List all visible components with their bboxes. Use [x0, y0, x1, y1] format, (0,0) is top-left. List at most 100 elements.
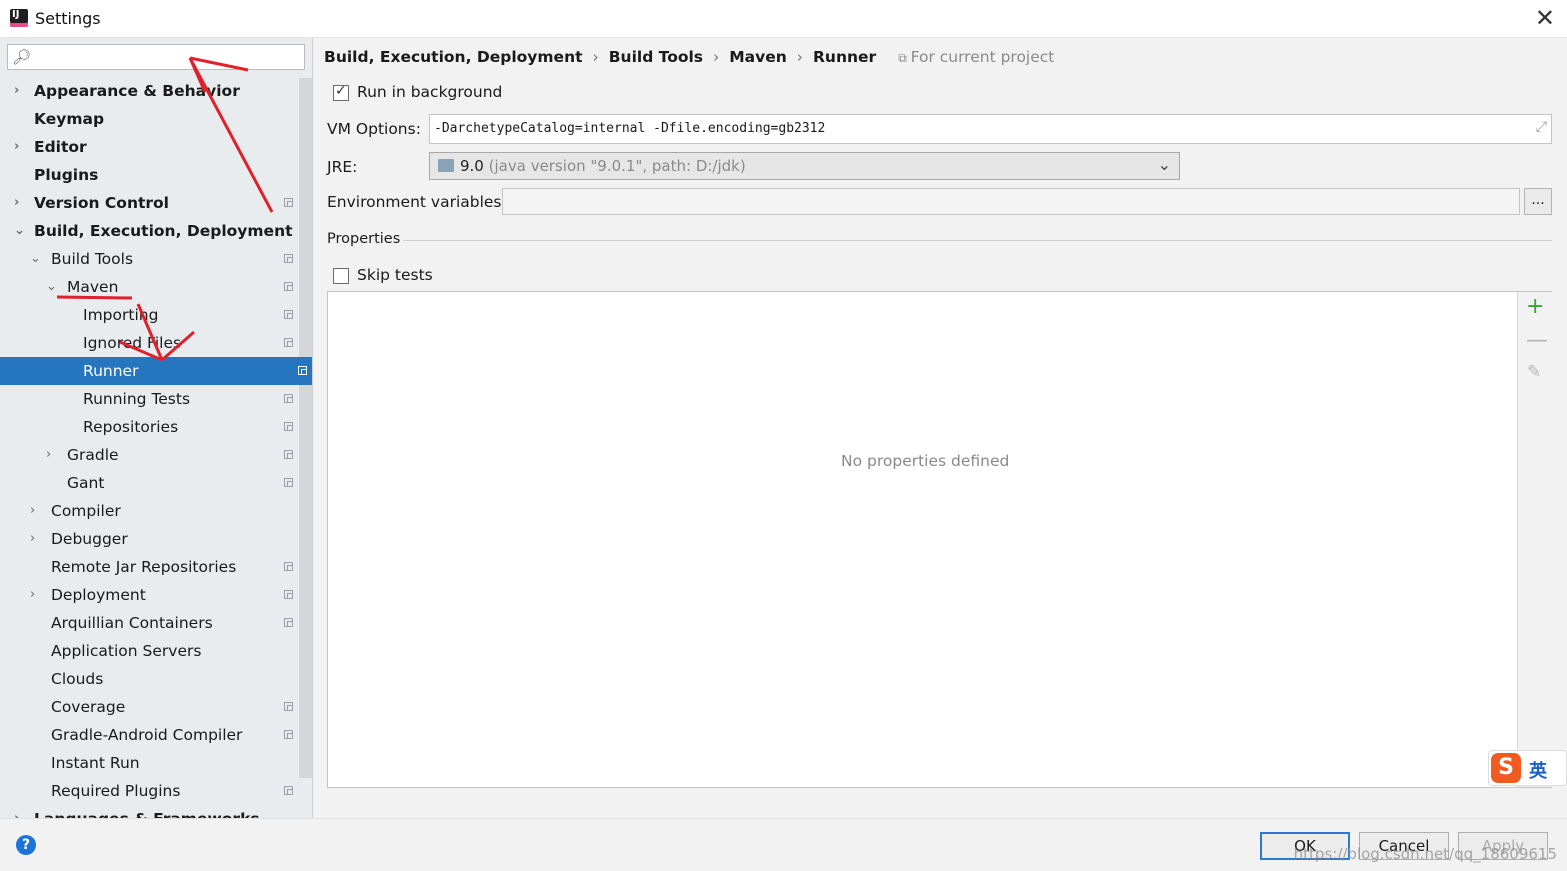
- sidebar-item-languages-frameworks[interactable]: › Languages & Frameworks: [0, 805, 299, 818]
- run-in-background-label[interactable]: Run in background: [357, 83, 502, 101]
- sidebar-item-version-control[interactable]: › Version Control: [0, 189, 299, 217]
- sidebar-item-label: Maven: [67, 278, 119, 296]
- sidebar-item-label: Gradle: [67, 446, 119, 464]
- chevron-right-icon[interactable]: ›: [30, 497, 35, 525]
- ime-indicator[interactable]: S 英: [1488, 750, 1567, 786]
- jre-select[interactable]: 9.0 (java version "9.0.1", path: D:/jdk)…: [429, 152, 1180, 180]
- sidebar-item-coverage[interactable]: Coverage: [0, 693, 299, 721]
- project-scope-icon: [284, 338, 293, 347]
- sogou-icon: S: [1491, 753, 1521, 783]
- project-scope-icon: [284, 702, 293, 711]
- chevron-right-icon[interactable]: ›: [14, 189, 19, 217]
- chevron-down-icon[interactable]: ⌄: [46, 273, 57, 301]
- project-scope-icon: [284, 422, 293, 431]
- settings-sidebar: 🔎︎ › Appearance & Behavior Keymap › Editor Pl…: [0, 38, 313, 818]
- breadcrumb: Build, Execution, Deployment › Build Tools…: [324, 48, 1054, 66]
- properties-separator: [403, 240, 1552, 241]
- help-icon[interactable]: ?: [16, 835, 36, 855]
- project-scope-icon: [298, 366, 307, 375]
- vm-options-value: -DarchetypeCatalog=internal -Dfile.encod…: [434, 121, 826, 136]
- breadcrumb-build-execution: Build, Execution, Deployment: [324, 48, 583, 66]
- dialog-button-bar: ? OK Cancel Apply https://blog.csdn.net/…: [0, 818, 1567, 871]
- properties-toolbar: + — ✎: [1517, 292, 1552, 787]
- sidebar-item-label: Remote Jar Repositories: [51, 558, 237, 576]
- sidebar-item-running-tests[interactable]: Running Tests: [0, 385, 299, 413]
- project-scope-icon: [284, 730, 293, 739]
- ime-mode: 英: [1529, 761, 1547, 782]
- breadcrumb-runner: Runner: [813, 48, 877, 66]
- chevron-down-icon[interactable]: ⌄: [14, 217, 25, 245]
- project-scope-icon: [284, 254, 293, 263]
- sidebar-scrollbar[interactable]: [299, 78, 312, 778]
- watermark: https://blog.csdn.net/qq_18609615: [1293, 845, 1557, 863]
- project-scope-icon: [284, 310, 293, 319]
- add-icon[interactable]: +: [1526, 294, 1544, 319]
- sidebar-item-debugger[interactable]: › Debugger: [0, 525, 299, 553]
- sidebar-item-label: Application Servers: [51, 642, 202, 660]
- scope-label: ⧉ For current project: [898, 48, 1055, 66]
- sidebar-item-ignored-files[interactable]: Ignored Files: [0, 329, 299, 357]
- chevron-right-icon[interactable]: ›: [14, 133, 19, 161]
- sidebar-item-label: Ignored Files: [83, 334, 182, 352]
- sidebar-item-keymap[interactable]: Keymap: [0, 105, 299, 133]
- sidebar-item-build-tools[interactable]: ⌄ Build Tools: [0, 245, 299, 273]
- sidebar-item-remote-jar-repositories[interactable]: Remote Jar Repositories: [0, 553, 299, 581]
- sidebar-item-compiler[interactable]: › Compiler: [0, 497, 299, 525]
- chevron-right-icon[interactable]: ›: [30, 525, 35, 553]
- sidebar-item-label: Build Tools: [51, 250, 134, 268]
- jre-label: JRE:: [327, 158, 358, 176]
- sidebar-item-label: Version Control: [34, 194, 169, 212]
- intellij-app-icon: [10, 9, 28, 27]
- remove-icon[interactable]: —: [1526, 328, 1548, 353]
- chevron-right-icon[interactable]: ›: [30, 581, 35, 609]
- project-scope-icon: [284, 198, 293, 207]
- settings-search-input[interactable]: 🔎︎: [7, 44, 305, 70]
- breadcrumb-separator: ›: [796, 48, 803, 66]
- sidebar-item-label: Gradle-Android Compiler: [51, 726, 243, 744]
- sidebar-item-repositories[interactable]: Repositories: [0, 413, 299, 441]
- run-in-background-checkbox[interactable]: [333, 83, 349, 101]
- chevron-right-icon[interactable]: ›: [46, 441, 51, 469]
- edit-icon[interactable]: ✎: [1527, 362, 1541, 382]
- sidebar-item-runner[interactable]: Runner: [0, 357, 312, 385]
- sidebar-item-editor[interactable]: › Editor: [0, 133, 299, 161]
- sidebar-item-required-plugins[interactable]: Required Plugins: [0, 777, 299, 805]
- sidebar-item-gradle-android-compiler[interactable]: Gradle-Android Compiler: [0, 721, 299, 749]
- skip-tests-checkbox[interactable]: [333, 268, 349, 284]
- chevron-right-icon[interactable]: ›: [14, 805, 19, 818]
- sidebar-item-application-servers[interactable]: Application Servers: [0, 637, 299, 665]
- sidebar-item-label: Repositories: [83, 418, 179, 436]
- sidebar-item-label: Debugger: [51, 530, 128, 548]
- sidebar-item-label: Editor: [34, 138, 87, 156]
- sidebar-item-label: Coverage: [51, 698, 126, 716]
- chevron-down-icon[interactable]: ⌄: [30, 245, 41, 273]
- project-scope-icon: [284, 394, 293, 403]
- chevron-right-icon[interactable]: ›: [14, 77, 19, 105]
- sidebar-item-plugins[interactable]: Plugins: [0, 161, 299, 189]
- sidebar-item-instant-run[interactable]: Instant Run: [0, 749, 299, 777]
- environment-variables-button[interactable]: ...: [1524, 188, 1552, 215]
- project-scope-icon: [284, 450, 293, 459]
- project-scope-icon: [284, 562, 293, 571]
- jre-detail: (java version "9.0.1", path: D:/jdk): [488, 157, 746, 175]
- sidebar-item-deployment[interactable]: › Deployment: [0, 581, 299, 609]
- vm-options-input[interactable]: -DarchetypeCatalog=internal -Dfile.encod…: [429, 114, 1552, 144]
- sidebar-item-gant[interactable]: Gant: [0, 469, 299, 497]
- jdk-folder-icon: [438, 159, 454, 172]
- sidebar-item-importing[interactable]: Importing: [0, 301, 299, 329]
- search-icon: 🔎︎: [12, 48, 32, 66]
- expand-icon[interactable]: ⤢: [1536, 119, 1547, 135]
- close-icon[interactable]: ✕: [1535, 4, 1555, 32]
- breadcrumb-separator: ›: [592, 48, 599, 66]
- sidebar-item-build-execution-deployment[interactable]: ⌄ Build, Execution, Deployment: [0, 217, 299, 245]
- project-scope-icon: [284, 282, 293, 291]
- sidebar-item-maven[interactable]: ⌄ Maven: [0, 273, 299, 301]
- sidebar-item-appearance-behavior[interactable]: › Appearance & Behavior: [0, 77, 299, 105]
- sidebar-item-gradle[interactable]: › Gradle: [0, 441, 299, 469]
- properties-table[interactable]: No properties defined + — ✎: [327, 291, 1552, 788]
- skip-tests-label[interactable]: Skip tests: [357, 266, 433, 284]
- project-scope-icon: [284, 478, 293, 487]
- environment-variables-input[interactable]: [502, 188, 1520, 215]
- sidebar-item-arquillian-containers[interactable]: Arquillian Containers: [0, 609, 299, 637]
- sidebar-item-clouds[interactable]: Clouds: [0, 665, 299, 693]
